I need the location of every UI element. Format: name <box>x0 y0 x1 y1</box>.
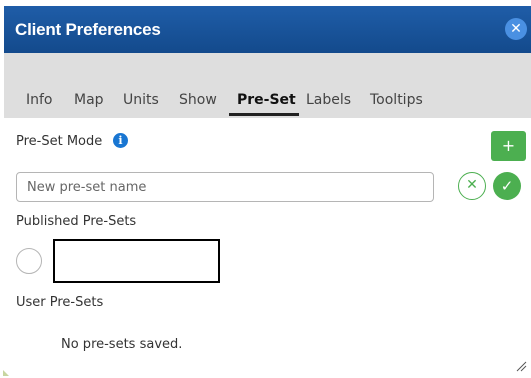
tab-map[interactable]: Map <box>74 92 104 108</box>
resize-handle-icon[interactable] <box>515 360 527 372</box>
active-tab-indicator <box>229 113 299 116</box>
published-pre-set-name-box <box>53 239 220 283</box>
plus-icon: + <box>501 136 516 155</box>
check-icon: ✓ <box>500 177 514 195</box>
dialog-title: Client Preferences <box>15 20 161 39</box>
client-preferences-dialog: Client Preferences ✕ Info Map Units Show… <box>0 0 531 378</box>
tab-show[interactable]: Show <box>179 92 217 108</box>
tab-labels[interactable]: Labels <box>306 92 351 108</box>
tab-tooltips[interactable]: Tooltips <box>370 92 423 108</box>
dialog-titlebar: Client Preferences ✕ <box>4 6 531 53</box>
corner-accent <box>3 370 9 376</box>
published-pre-sets-label: Published Pre-Sets <box>16 214 137 229</box>
info-icon[interactable]: i <box>113 133 128 148</box>
tab-info[interactable]: Info <box>26 92 53 108</box>
add-pre-set-button[interactable]: + <box>491 131 526 161</box>
tab-units[interactable]: Units <box>123 92 159 108</box>
confirm-button[interactable]: ✓ <box>493 172 521 200</box>
close-icon: ✕ <box>510 21 522 37</box>
user-pre-sets-label: User Pre-Sets <box>16 295 104 310</box>
pre-set-mode-label: Pre-Set Mode <box>16 134 103 149</box>
close-button[interactable]: ✕ <box>505 18 527 40</box>
pre-set-name-input[interactable] <box>16 172 434 202</box>
tab-pre-set[interactable]: Pre-Set <box>237 92 296 108</box>
no-pre-sets-message: No pre-sets saved. <box>61 337 183 352</box>
published-pre-set-radio[interactable] <box>16 248 42 274</box>
cancel-icon: ✕ <box>466 177 478 193</box>
tab-bar: Info Map Units Show Pre-Set Labels Toolt… <box>4 53 531 118</box>
cancel-button[interactable]: ✕ <box>458 172 486 200</box>
